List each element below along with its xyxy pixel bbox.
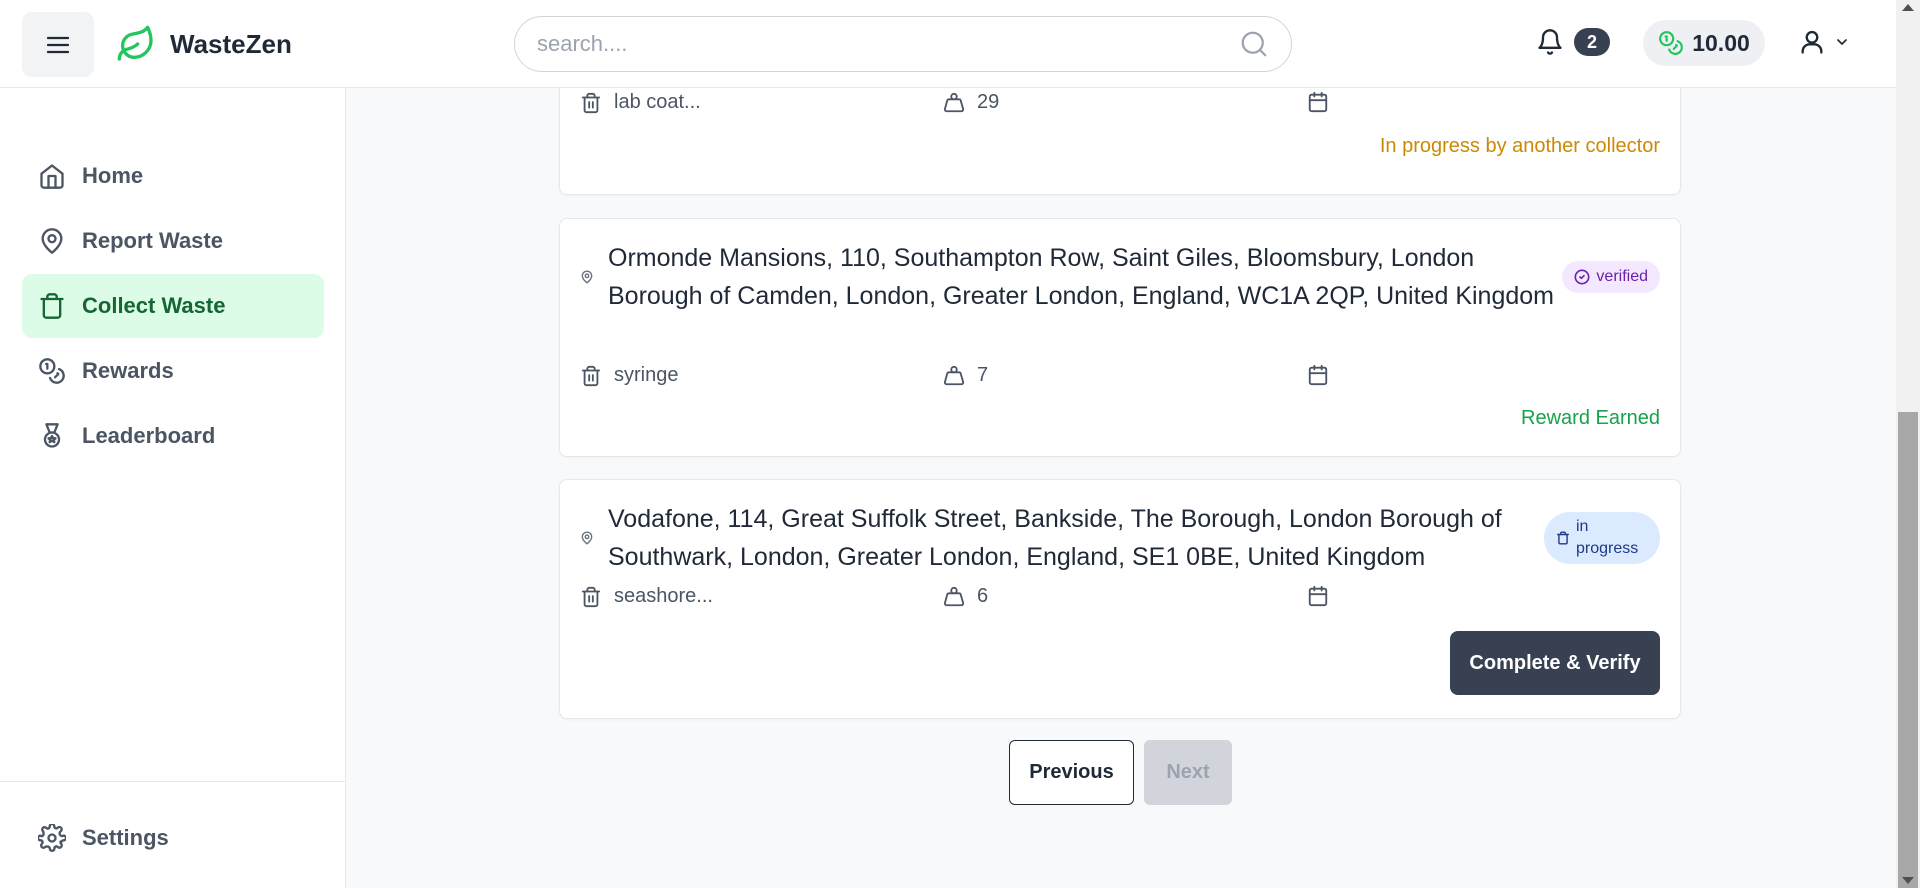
search-icon[interactable] — [1239, 29, 1269, 59]
app-logo[interactable]: WasteZen — [116, 24, 292, 64]
status-badge-text: verified — [1596, 268, 1648, 285]
balance-value: 10.00 — [1692, 29, 1750, 56]
waste-type: syringe — [580, 364, 678, 387]
scroll-up-arrow-icon[interactable] — [1902, 4, 1914, 11]
waste-amount-text: 29 — [977, 91, 1000, 113]
waste-type-text: syringe — [614, 364, 679, 386]
trash-icon — [1557, 531, 1569, 545]
map-pin-icon — [581, 531, 593, 545]
waste-amount: 29 — [943, 91, 999, 114]
task-meta: seashore... 6 — [580, 585, 1660, 615]
task-card: Vodafone, 114, Great Suffolk Street, Ban… — [559, 479, 1681, 719]
page-scrollbar[interactable] — [1896, 0, 1920, 888]
task-card: Ormonde Mansions, 110, Southampton Row, … — [559, 218, 1681, 457]
status-badge: in progress — [1544, 512, 1660, 564]
waste-type-text: lab coat... — [614, 91, 701, 113]
waste-amount-text: 6 — [977, 585, 989, 607]
next-button[interactable]: Next — [1144, 740, 1232, 805]
task-status-text: Reward Earned — [1521, 407, 1660, 429]
waste-amount-text: 7 — [977, 364, 989, 386]
task-address: Ormonde Mansions, 110, Southampton Row, … — [608, 244, 1554, 310]
sidebar-item-label: Settings — [82, 825, 169, 850]
sidebar-item-label: Collect Waste — [82, 293, 226, 318]
task-date — [1307, 585, 1341, 607]
pagination: Previous Next — [1009, 740, 1232, 805]
sidebar-item-report-waste[interactable]: Report Waste — [22, 209, 324, 273]
user-icon — [1801, 30, 1823, 54]
map-pin-icon — [581, 270, 593, 284]
leaf-icon — [117, 25, 153, 61]
task-date — [1307, 364, 1341, 386]
sidebar: Home Report Waste Collect Waste Rewards … — [0, 88, 346, 888]
notification-count-badge: 2 — [1574, 28, 1610, 56]
previous-button[interactable]: Previous — [1009, 740, 1134, 805]
bell-icon — [1538, 29, 1562, 55]
map-pin-icon — [41, 228, 63, 254]
task-card: lab coat... 29 In progress by another co… — [559, 88, 1681, 195]
sidebar-item-leaderboard[interactable]: Leaderboard — [22, 404, 324, 468]
sidebar-item-label: Leaderboard — [82, 423, 216, 448]
sidebar-divider — [0, 781, 346, 782]
calendar-icon — [1308, 585, 1328, 607]
notifications-button[interactable]: 2 — [1536, 28, 1610, 56]
sidebar-nav: Home Report Waste Collect Waste Rewards … — [22, 144, 324, 469]
gear-icon — [38, 824, 66, 852]
sidebar-item-collect-waste[interactable]: Collect Waste — [22, 274, 324, 338]
main-content: lab coat... 29 In progress by another co… — [347, 88, 1896, 888]
sidebar-item-label: Rewards — [82, 358, 174, 383]
sidebar-item-label: Home — [82, 163, 144, 188]
hamburger-icon — [47, 36, 69, 53]
sidebar-item-settings[interactable]: Settings — [22, 806, 324, 870]
weight-icon — [943, 586, 965, 606]
calendar-icon — [1308, 91, 1328, 113]
weight-icon — [943, 92, 965, 112]
trash-icon — [581, 365, 601, 386]
user-menu-button[interactable] — [1798, 28, 1850, 56]
complete-verify-button[interactable]: Complete & Verify — [1450, 631, 1660, 695]
trash-icon — [581, 586, 601, 607]
sidebar-item-rewards[interactable]: Rewards — [22, 339, 324, 403]
top-header: WasteZen 2 10.00 — [0, 0, 1896, 88]
coins-icon — [1659, 31, 1684, 55]
sidebar-item-home[interactable]: Home — [22, 144, 324, 208]
waste-amount: 7 — [943, 364, 988, 387]
coins-icon — [39, 358, 65, 384]
waste-type: lab coat... — [580, 91, 701, 114]
calendar-icon — [1308, 364, 1328, 386]
scroll-down-arrow-icon[interactable] — [1902, 877, 1914, 884]
balance-display: 10.00 — [1643, 20, 1765, 66]
task-address: Vodafone, 114, Great Suffolk Street, Ban… — [608, 505, 1502, 571]
sidebar-item-label: Report Waste — [82, 228, 223, 253]
home-icon — [40, 164, 64, 189]
check-circle-icon — [1574, 269, 1590, 285]
medal-icon — [43, 423, 61, 448]
waste-type: seashore... — [580, 585, 713, 608]
status-badge-text: in progress — [1576, 518, 1639, 557]
status-badge: verified — [1562, 261, 1660, 293]
task-status-text: In progress by another collector — [1379, 135, 1660, 157]
waste-type-text: seashore... — [614, 585, 713, 607]
chevron-down-icon — [1837, 39, 1847, 45]
task-meta: syringe 7 — [580, 364, 1660, 394]
task-header: Vodafone, 114, Great Suffolk Street, Ban… — [580, 500, 1660, 576]
search-input[interactable] — [537, 31, 1239, 57]
trash-icon — [581, 92, 601, 113]
task-meta: lab coat... 29 — [580, 91, 1660, 121]
task-date — [1307, 91, 1341, 113]
waste-amount: 6 — [943, 585, 988, 608]
scroll-thumb[interactable] — [1898, 412, 1918, 888]
weight-icon — [943, 365, 965, 385]
trash-icon — [40, 293, 64, 319]
search-bar — [514, 16, 1292, 72]
menu-button[interactable] — [22, 12, 94, 77]
app-name: WasteZen — [170, 28, 292, 59]
task-header: Ormonde Mansions, 110, Southampton Row, … — [580, 239, 1660, 315]
